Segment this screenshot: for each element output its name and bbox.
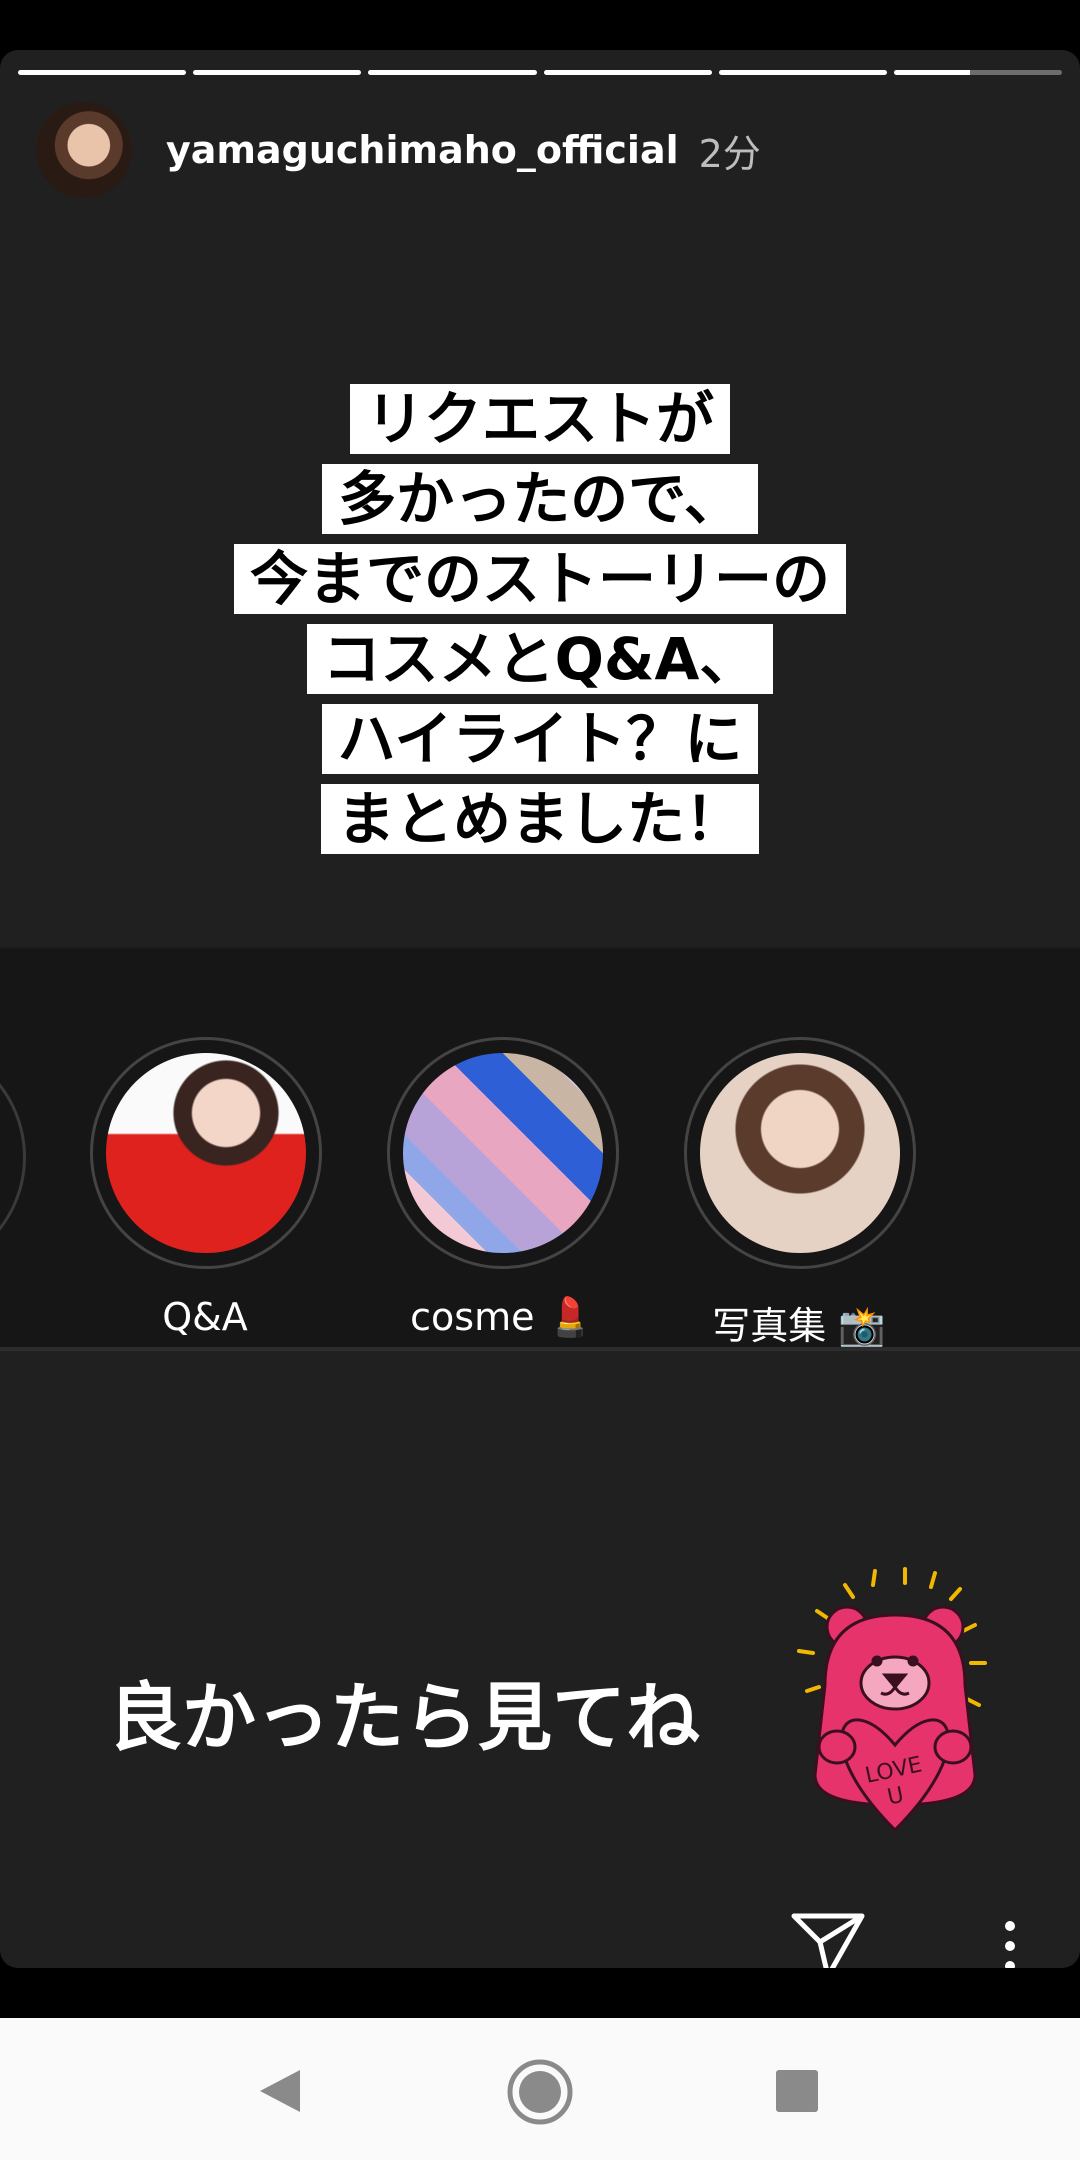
more-options-icon[interactable] <box>1000 1920 1020 1968</box>
progress-segment <box>368 70 537 75</box>
highlight-label: 写真集 📸 <box>712 1304 886 1348</box>
story-text-line: リクエストが <box>349 384 730 454</box>
story-header: yamaguchimaho_official 2分 <box>36 100 761 200</box>
story-text-line: ハイライト？に <box>321 704 759 774</box>
highlight-ring <box>684 1037 916 1269</box>
home-icon[interactable] <box>506 2058 574 2126</box>
highlight-qa: Q&A <box>90 1037 322 1339</box>
progress-segment <box>543 70 712 75</box>
highlight-thumbnail <box>700 1053 900 1253</box>
highlight-cosme: cosme 💄 <box>387 1037 619 1340</box>
highlight-ring <box>90 1037 322 1269</box>
username[interactable]: yamaguchimaho_official <box>166 128 679 172</box>
highlight-thumbnail <box>106 1053 306 1253</box>
bear-love-u-sticker: LOVE U <box>797 1567 987 1833</box>
highlight-label: Q&A <box>162 1295 248 1339</box>
highlight-ring <box>387 1037 619 1269</box>
progress-fill <box>193 70 362 75</box>
progress-segment <box>193 70 362 75</box>
progress-fill <box>543 70 712 75</box>
avatar[interactable] <box>36 102 132 198</box>
highlight-thumbnail <box>403 1053 603 1253</box>
send-icon[interactable] <box>790 1912 866 1968</box>
progress-segment <box>718 70 887 75</box>
progress-segment <box>893 70 1063 75</box>
progress-fill <box>18 70 187 75</box>
progress-segment <box>18 70 187 75</box>
progress-fill <box>893 70 970 75</box>
story-text-block: リクエストが 多かったので、 今までのストーリーの コスメとQ&A、 ハイライト… <box>0 384 1080 864</box>
story-text-line: 多かったので、 <box>322 464 758 534</box>
highlights-screenshot: Q&A cosme 💄 写真集 📸 <box>0 947 1080 1351</box>
story-viewer[interactable]: yamaguchimaho_official 2分 リクエストが 多かったので、… <box>0 50 1080 1968</box>
recents-icon[interactable] <box>774 2068 820 2114</box>
highlight-partial <box>0 1039 26 1275</box>
progress-fill <box>368 70 537 75</box>
system-nav-bar <box>0 2018 1080 2160</box>
story-text-line: コスメとQ&A、 <box>306 624 774 694</box>
story-caption: 良かったら見てね <box>108 1675 700 1761</box>
back-icon[interactable] <box>256 2066 304 2116</box>
post-time: 2分 <box>698 131 761 176</box>
story-text-line: まとめました！ <box>320 784 759 854</box>
highlight-photobook: 写真集 📸 <box>684 1037 916 1350</box>
highlight-label: cosme 💄 <box>410 1295 594 1339</box>
story-progress-bar <box>18 70 1063 75</box>
story-text-line: 今までのストーリーの <box>233 544 846 614</box>
progress-fill <box>718 70 887 75</box>
